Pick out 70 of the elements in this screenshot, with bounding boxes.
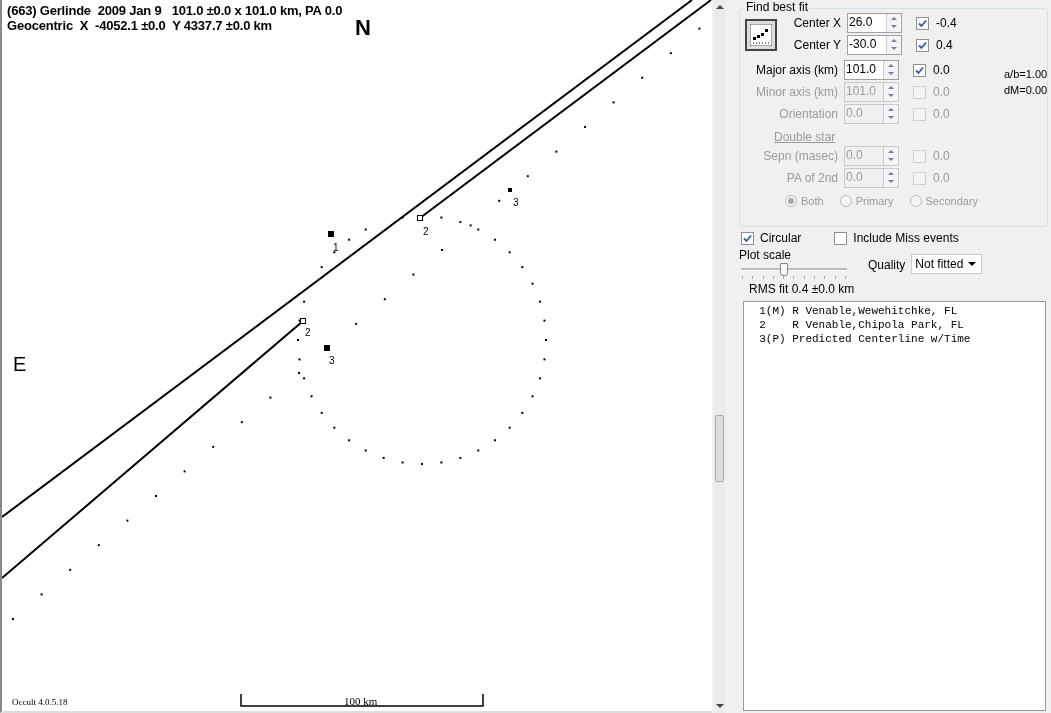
ratio-text: a/b=1.00	[1004, 68, 1048, 80]
spin-down-button[interactable]	[887, 45, 901, 54]
fit-result: 0.0	[933, 171, 950, 185]
observer-list-item[interactable]: 3(P) Predicted Centerline w/Time	[744, 332, 971, 346]
fit-chart-button[interactable]	[745, 19, 777, 51]
ratio-text: dM=0.00	[1004, 84, 1048, 96]
scale-label: 100 km	[344, 695, 378, 707]
circular-checkbox[interactable]: Circular	[738, 231, 802, 245]
radio-icon	[785, 195, 797, 207]
spin-up-button[interactable]	[884, 169, 898, 178]
spin-up-button[interactable]	[884, 147, 898, 156]
field-label: PA of 2nd	[785, 171, 839, 185]
number-field[interactable]: 26.0	[847, 13, 902, 33]
spin-up-button[interactable]	[884, 61, 898, 70]
caret-icon	[968, 262, 977, 266]
spin-up-button[interactable]	[884, 83, 898, 92]
spin-down-button[interactable]	[887, 23, 901, 32]
scroll-thumb[interactable]	[715, 415, 724, 482]
east-label: E	[13, 353, 27, 375]
north-label: N	[355, 15, 371, 40]
fit-checkbox[interactable]	[913, 63, 926, 77]
spin-down-button[interactable]	[884, 92, 898, 101]
observer-list-item[interactable]: 2 R Venable,Chipola Park, FL	[744, 318, 964, 332]
scroll-up-button[interactable]	[716, 5, 724, 9]
fit-result: 0.0	[933, 85, 950, 99]
observer-listbox[interactable]: 1(M) R Venable,Wewehitchke, FL 2 R Venable,Chipola Park, FL 3(P) Predicted Centerline w/Time	[743, 301, 1046, 711]
spin-down-button[interactable]	[884, 156, 898, 165]
fit-result: -0.4	[936, 16, 957, 30]
field-label: Center X	[792, 16, 842, 30]
chart-icon	[750, 24, 772, 46]
spin-up-button[interactable]	[887, 14, 901, 23]
groupbox-title: Find best fit	[744, 0, 811, 14]
plot-scale-label: Plot scale	[739, 248, 793, 262]
version-text: Occult 4.0.5.18	[12, 697, 68, 707]
observer-list-item[interactable]: 1(M) R Venable,Wewehitchke, FL	[744, 304, 958, 318]
slider-thumb[interactable]	[780, 263, 789, 276]
vertical-scrollbar[interactable]	[714, 0, 725, 713]
spin-down-button[interactable]	[884, 70, 898, 79]
checkmark-icon	[743, 233, 752, 243]
field-label: Center Y	[792, 38, 842, 52]
spin-up-button[interactable]	[884, 105, 898, 114]
field-label: Orientation	[778, 107, 839, 121]
field-label: Sepn (masec)	[762, 149, 839, 163]
radio-icon	[839, 195, 852, 207]
spin-down-button[interactable]	[884, 178, 898, 187]
fit-result: 0.0	[933, 63, 950, 77]
plot-header-text: (663) Gerlinde 2009 Jan 9 101.0 ±0.0 x 101.0 km, PA 0.0	[7, 3, 343, 18]
quality-label: Quality	[868, 258, 906, 272]
chord-label: 2	[423, 226, 429, 237]
scroll-down-button[interactable]	[716, 704, 724, 708]
radio-icon	[909, 195, 922, 207]
chord-label: 3	[513, 197, 519, 208]
fit-checkbox[interactable]	[916, 38, 929, 52]
include-miss-checkbox[interactable]: Include Miss events	[831, 231, 959, 245]
spin-down-button[interactable]	[884, 114, 898, 123]
field-label: Minor axis (km)	[755, 85, 839, 99]
plot-header-text: Geocentric X -4052.1 ±0.0 Y 4337.7 ±0.0 km	[7, 18, 273, 33]
quality-dropdown[interactable]: Not fitted	[911, 254, 983, 274]
fit-result: 0.4	[936, 38, 953, 52]
fit-result: 0.0	[933, 149, 950, 163]
field-label: Major axis (km)	[755, 63, 839, 77]
spin-up-button[interactable]	[887, 36, 901, 45]
fit-result: 0.0	[933, 107, 950, 121]
chord-label: 2	[305, 327, 311, 338]
chord-label: 3	[329, 355, 335, 366]
number-field[interactable]: 101.0	[844, 60, 899, 80]
rms-text: RMS fit 0.4 ±0.0 km	[749, 282, 856, 296]
chord-label: 1	[333, 242, 339, 253]
number-field[interactable]: -30.0	[847, 35, 902, 55]
fit-checkbox[interactable]	[916, 16, 929, 30]
